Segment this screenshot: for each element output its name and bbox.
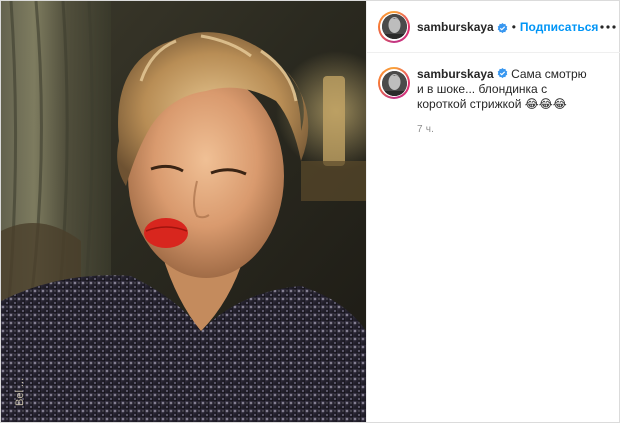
verified-badge-icon [497, 68, 508, 79]
post-header: samburskaya • Подписаться [367, 1, 620, 53]
follow-button[interactable]: Подписаться [520, 20, 598, 34]
header-username[interactable]: samburskaya [417, 20, 494, 34]
caption-text: samburskaya Сама смотрю и в шоке... блон… [417, 67, 587, 112]
avatar-image [381, 14, 407, 39]
avatar-image [381, 70, 407, 96]
separator-dot: • [511, 19, 516, 34]
caption-avatar[interactable] [378, 67, 410, 99]
post-timestamp[interactable]: 7 ч. [417, 124, 620, 135]
more-options-icon[interactable] [598, 24, 618, 29]
caption-username[interactable]: samburskaya [417, 67, 494, 81]
instagram-post: Bel ... samburskaya • Подписаться sambur… [0, 0, 620, 423]
avatar[interactable] [378, 10, 410, 43]
photo-overlay-text: Bel ... [14, 378, 26, 406]
post-sidebar: samburskaya • Подписаться samburskaya Са… [366, 1, 620, 422]
caption-row: samburskaya Сама смотрю и в шоке... блон… [367, 53, 620, 112]
verified-badge-icon [497, 21, 508, 34]
post-photo[interactable]: Bel ... [1, 1, 366, 422]
selfie-image: Bel ... [1, 1, 366, 422]
